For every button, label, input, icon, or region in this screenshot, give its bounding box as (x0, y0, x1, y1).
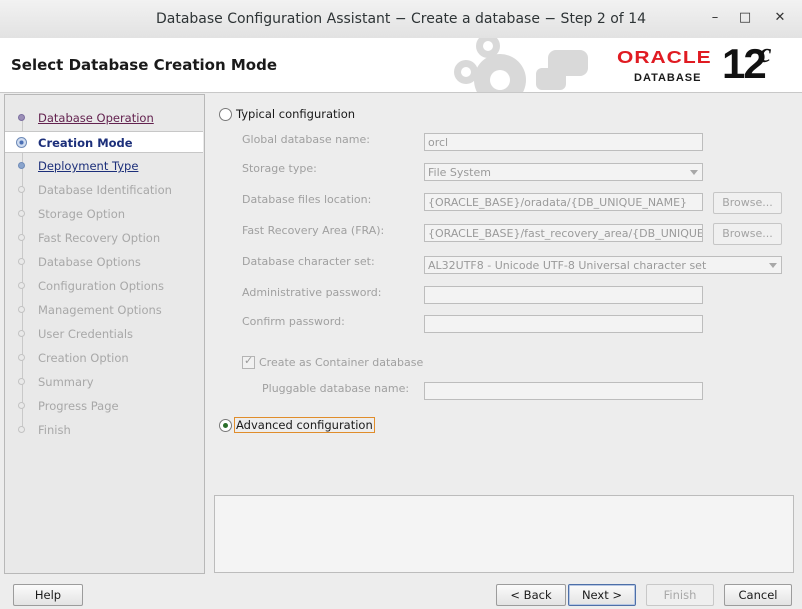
storage-type-label: Storage type: (242, 162, 317, 175)
charset-label: Database character set: (242, 255, 375, 268)
step-dot-icon (18, 378, 25, 385)
help-button[interactable]: Help (13, 584, 83, 606)
step-dot-icon (18, 210, 25, 217)
cancel-button[interactable]: Cancel (724, 584, 792, 606)
step-dot-icon (18, 114, 25, 121)
step-deployment-type[interactable]: Deployment Type (5, 155, 203, 177)
fra-browse-button[interactable]: Browse... (713, 223, 782, 245)
message-area (214, 495, 794, 573)
step-database-operation[interactable]: Database Operation (5, 107, 203, 129)
step-dot-icon (18, 234, 25, 241)
confirm-password-label: Confirm password: (242, 315, 345, 328)
step-label: Management Options (38, 303, 162, 317)
step-dot-icon (18, 186, 25, 193)
step-configuration-options: Configuration Options (5, 275, 203, 297)
close-button[interactable]: ✕ (771, 9, 789, 27)
next-button[interactable]: Next > (568, 584, 636, 606)
step-label: Fast Recovery Option (38, 231, 161, 245)
oracle-database-text: DATABASE (634, 72, 702, 84)
page-heading: Select Database Creation Mode (11, 56, 277, 74)
step-current-dot-icon (16, 137, 27, 148)
step-finish: Finish (5, 419, 203, 441)
step-label: Storage Option (38, 207, 126, 221)
back-button[interactable]: < Back (496, 584, 566, 606)
step-creation-option: Creation Option (5, 347, 203, 369)
step-database-options: Database Options (5, 251, 203, 273)
step-dot-icon (18, 162, 25, 169)
gears-decoration-icon (454, 38, 588, 92)
window-titlebar: Database Configuration Assistant − Creat… (0, 0, 802, 39)
step-user-credentials: User Credentials (5, 323, 203, 345)
minimize-button[interactable]: – (706, 9, 724, 27)
step-database-identification: Database Identification (5, 179, 203, 201)
step-label: Finish (38, 423, 71, 437)
step-label: Summary (38, 375, 94, 389)
db-files-browse-button[interactable]: Browse... (713, 192, 782, 214)
fra-field[interactable]: {ORACLE_BASE}/fast_recovery_area/{DB_UNI… (424, 224, 703, 242)
charset-value: AL32UTF8 - Unicode UTF-8 Universal chara… (428, 259, 707, 272)
admin-password-label: Administrative password: (242, 286, 382, 299)
step-label: Creation Mode (38, 136, 133, 150)
step-progress-page: Progress Page (5, 395, 203, 417)
step-label: User Credentials (38, 327, 134, 341)
main-content: Typical configuration Global database na… (205, 94, 802, 573)
step-dot-icon (18, 258, 25, 265)
step-fast-recovery-option: Fast Recovery Option (5, 227, 203, 249)
step-creation-mode[interactable]: Creation Mode (5, 131, 203, 153)
header-banner: Select Database Creation Mode ORACLE DAT… (0, 38, 802, 93)
fra-label: Fast Recovery Area (FRA): (242, 224, 385, 237)
db-files-location-field[interactable]: {ORACLE_BASE}/oradata/{DB_UNIQUE_NAME} (424, 193, 703, 211)
step-label: Database Operation (38, 111, 154, 125)
step-label: Creation Option (38, 351, 129, 365)
finish-button[interactable]: Finish (646, 584, 714, 606)
advanced-config-radio[interactable] (219, 419, 232, 432)
window-title: Database Configuration Assistant − Creat… (155, 11, 647, 27)
dropdown-arrow-icon (690, 170, 698, 175)
global-db-name-label: Global database name: (242, 133, 370, 146)
storage-type-value: File System (428, 166, 491, 179)
typical-config-label[interactable]: Typical configuration (236, 107, 355, 121)
step-dot-icon (18, 282, 25, 289)
advanced-config-label[interactable]: Advanced configuration (234, 417, 375, 433)
db-files-location-label: Database files location: (242, 193, 372, 206)
confirm-password-field[interactable] (424, 315, 703, 333)
pluggable-db-label: Pluggable database name: (262, 382, 410, 395)
step-label: Database Identification (38, 183, 172, 197)
pluggable-db-field[interactable] (424, 382, 703, 400)
step-summary: Summary (5, 371, 203, 393)
oracle-logo-text: ORACLE (617, 47, 712, 68)
step-dot-icon (18, 306, 25, 313)
step-dot-icon (18, 426, 25, 433)
maximize-button[interactable]: □ (736, 9, 754, 27)
step-dot-icon (18, 402, 25, 409)
step-management-options: Management Options (5, 299, 203, 321)
step-dot-icon (18, 354, 25, 361)
storage-type-select[interactable]: File System (424, 163, 703, 181)
container-db-checkbox[interactable] (242, 354, 255, 369)
version-suffix: c (759, 38, 772, 69)
step-label: Deployment Type (38, 159, 139, 173)
charset-select[interactable]: AL32UTF8 - Unicode UTF-8 Universal chara… (424, 256, 782, 274)
admin-password-field[interactable] (424, 286, 703, 304)
global-db-name-field[interactable]: orcl (424, 133, 703, 151)
step-storage-option: Storage Option (5, 203, 203, 225)
step-label: Database Options (38, 255, 141, 269)
dropdown-arrow-icon (769, 263, 777, 268)
step-label: Progress Page (38, 399, 119, 413)
steps-sidebar: Database Operation Creation Mode Deploym… (4, 94, 205, 574)
step-dot-icon (18, 330, 25, 337)
step-label: Configuration Options (38, 279, 165, 293)
container-db-label: Create as Container database (259, 356, 424, 369)
typical-config-radio[interactable] (219, 108, 232, 121)
